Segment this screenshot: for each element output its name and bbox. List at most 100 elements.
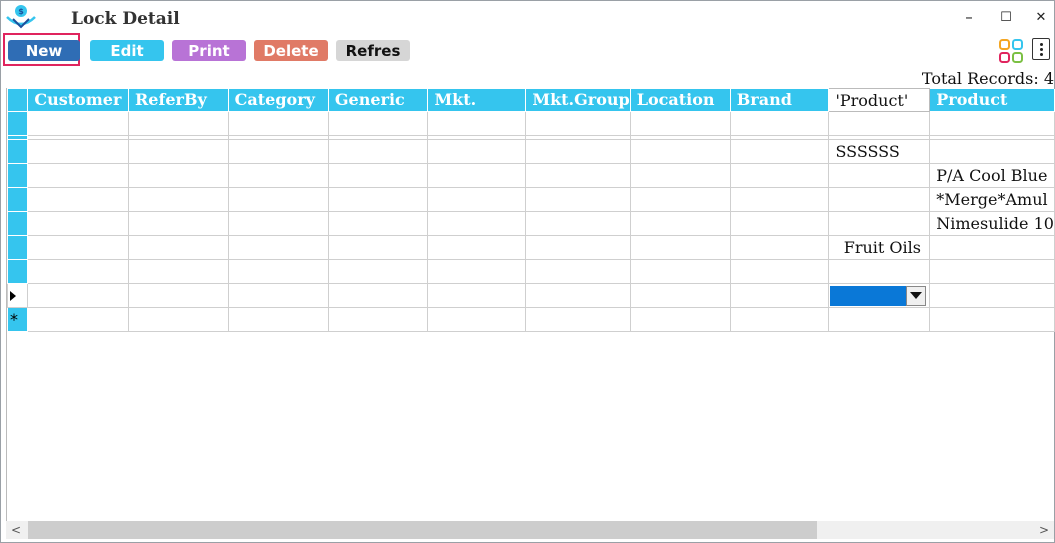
- table-cell[interactable]: [828, 163, 931, 188]
- table-cell[interactable]: [227, 211, 329, 236]
- close-button[interactable]: ✕: [1026, 5, 1055, 29]
- table-cell[interactable]: [27, 163, 129, 188]
- table-cell[interactable]: Fruit Oils: [828, 235, 931, 260]
- product-combobox-selection[interactable]: [830, 285, 907, 306]
- table-cell[interactable]: [929, 307, 1055, 332]
- scroll-right-icon[interactable]: >: [1034, 521, 1054, 539]
- table-cell[interactable]: [427, 187, 527, 212]
- table-cell[interactable]: [27, 187, 129, 212]
- table-cell[interactable]: [525, 235, 631, 260]
- table-cell[interactable]: [629, 211, 731, 236]
- table-cell[interactable]: [127, 235, 229, 260]
- edit-button[interactable]: Edit: [90, 40, 164, 61]
- table-row[interactable]: SSSSSS: [7, 139, 1055, 164]
- table-cell[interactable]: [929, 139, 1055, 164]
- dropdown-arrow-icon[interactable]: [906, 285, 927, 306]
- table-cell[interactable]: [27, 111, 129, 136]
- table-cell[interactable]: [227, 187, 329, 212]
- table-cell[interactable]: P/A Cool Blue: [929, 163, 1055, 188]
- maximize-button[interactable]: ☐: [991, 5, 1021, 29]
- table-cell[interactable]: [227, 259, 329, 284]
- column-header-mkt-group[interactable]: Mkt.Group: [525, 88, 631, 112]
- table-cell[interactable]: [227, 283, 329, 308]
- table-cell[interactable]: [327, 163, 429, 188]
- table-cell[interactable]: [327, 307, 429, 332]
- more-options-icon[interactable]: [1032, 38, 1050, 60]
- table-cell[interactable]: [227, 307, 329, 332]
- new-button[interactable]: New: [8, 40, 80, 61]
- table-cell[interactable]: [929, 259, 1055, 284]
- delete-button[interactable]: Delete: [254, 40, 328, 61]
- table-cell[interactable]: [427, 283, 527, 308]
- table-cell[interactable]: [127, 111, 229, 136]
- table-cell[interactable]: [327, 259, 429, 284]
- product-combobox[interactable]: [830, 285, 928, 306]
- table-cell[interactable]: [729, 187, 830, 212]
- column-header-customer[interactable]: Customer: [27, 88, 129, 112]
- current-row-indicator[interactable]: [7, 283, 29, 308]
- row-header[interactable]: [7, 187, 29, 212]
- new-row-indicator[interactable]: *: [7, 307, 29, 332]
- row-header[interactable]: [7, 211, 29, 236]
- table-cell[interactable]: [127, 307, 229, 332]
- table-cell[interactable]: [729, 259, 830, 284]
- table-cell[interactable]: [629, 163, 731, 188]
- column-header-referby[interactable]: ReferBy: [128, 88, 229, 112]
- table-cell[interactable]: [525, 307, 631, 332]
- table-cell[interactable]: [828, 259, 931, 284]
- table-cell[interactable]: Nimesulide 10: [929, 211, 1055, 236]
- table-cell[interactable]: [127, 259, 229, 284]
- column-header-generic[interactable]: Generic: [328, 88, 429, 112]
- table-cell[interactable]: [629, 235, 731, 260]
- table-row[interactable]: Nimesulide 10: [7, 211, 1055, 236]
- table-cell[interactable]: [729, 111, 830, 136]
- table-cell[interactable]: [929, 111, 1055, 136]
- apps-grid-icon[interactable]: [999, 39, 1023, 63]
- table-cell[interactable]: [929, 235, 1055, 260]
- table-cell[interactable]: [327, 111, 429, 136]
- row-header[interactable]: [7, 259, 29, 284]
- product-combo-cell[interactable]: [828, 283, 931, 308]
- table-cell[interactable]: [127, 139, 229, 164]
- table-row-current[interactable]: [7, 283, 1055, 308]
- column-header-product[interactable]: Product: [929, 88, 1055, 112]
- column-header-category[interactable]: Category: [228, 88, 329, 112]
- table-cell[interactable]: [427, 163, 527, 188]
- row-header[interactable]: [7, 235, 29, 260]
- table-row[interactable]: [7, 111, 1055, 136]
- table-cell[interactable]: [227, 139, 329, 164]
- table-cell[interactable]: [227, 163, 329, 188]
- minimize-button[interactable]: –: [954, 5, 984, 29]
- table-cell[interactable]: [729, 211, 830, 236]
- table-cell[interactable]: [227, 235, 329, 260]
- table-cell[interactable]: [828, 187, 931, 212]
- column-header-location[interactable]: Location: [630, 88, 731, 112]
- table-row[interactable]: [7, 259, 1055, 284]
- table-cell[interactable]: [327, 187, 429, 212]
- table-cell[interactable]: [729, 235, 830, 260]
- table-cell[interactable]: [828, 307, 931, 332]
- table-cell[interactable]: [427, 235, 527, 260]
- table-cell[interactable]: [427, 111, 527, 136]
- table-cell[interactable]: *Merge*Amul: [929, 187, 1055, 212]
- table-row[interactable]: Fruit Oils: [7, 235, 1055, 260]
- table-cell[interactable]: [525, 139, 631, 164]
- table-cell[interactable]: [27, 283, 129, 308]
- table-cell[interactable]: [27, 139, 129, 164]
- row-header[interactable]: [7, 139, 29, 164]
- table-cell[interactable]: [427, 211, 527, 236]
- table-cell[interactable]: SSSSSS: [828, 139, 931, 164]
- table-cell[interactable]: [525, 259, 631, 284]
- table-cell[interactable]: [525, 283, 631, 308]
- table-cell[interactable]: [327, 235, 429, 260]
- table-cell[interactable]: [27, 235, 129, 260]
- table-cell[interactable]: [427, 307, 527, 332]
- row-header[interactable]: [7, 111, 29, 136]
- table-cell[interactable]: [729, 307, 830, 332]
- table-cell[interactable]: [828, 111, 931, 136]
- table-cell[interactable]: [525, 187, 631, 212]
- table-cell[interactable]: [729, 139, 830, 164]
- table-cell[interactable]: [525, 111, 631, 136]
- table-row-new[interactable]: *: [7, 307, 1055, 332]
- print-button[interactable]: Print: [172, 40, 246, 61]
